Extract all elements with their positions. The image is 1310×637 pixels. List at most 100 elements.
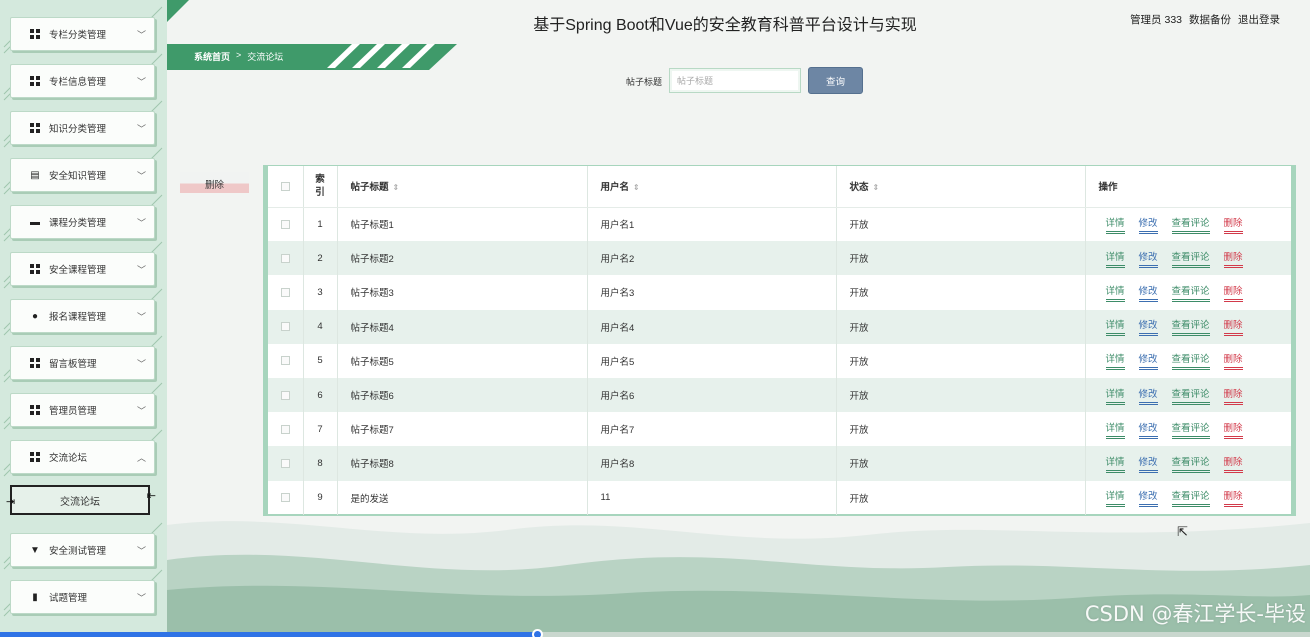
detail-button[interactable]: 详情 <box>1105 317 1125 337</box>
detail-button[interactable]: 详情 <box>1105 454 1125 473</box>
header-index-label: 索引 <box>315 174 325 199</box>
sidebar-item[interactable]: ▮ 试题管理 ﹀ <box>10 580 155 614</box>
row-select-cell <box>268 446 304 481</box>
delete-button[interactable]: 删除 <box>1223 420 1243 439</box>
sidebar-subitem-label: 交流论坛 <box>60 496 100 508</box>
view-comments-button[interactable]: 查看评论 <box>1171 249 1210 268</box>
batch-delete-button[interactable]: 删除 <box>180 172 249 193</box>
row-checkbox[interactable] <box>280 424 290 434</box>
row-title: 帖子标题2 <box>337 241 588 276</box>
row-ops: 详情 修改 查看评论 删除 <box>1085 275 1291 309</box>
video-progress-bar[interactable] <box>0 629 1310 637</box>
delete-button[interactable]: 删除 <box>1223 317 1243 337</box>
row-ops: 详情 修改 查看评论 删除 <box>1085 207 1291 241</box>
sidebar-item[interactable]: ▤ 安全知识管理 ﹀ <box>10 158 155 192</box>
row-checkbox[interactable] <box>280 219 290 229</box>
header-username-label: 用户名 <box>600 182 630 194</box>
view-comments-button[interactable]: 查看评论 <box>1171 317 1210 337</box>
edit-button[interactable]: 修改 <box>1138 386 1158 405</box>
search-button[interactable]: 查询 <box>808 67 863 94</box>
detail-button[interactable]: 详情 <box>1105 420 1125 439</box>
row-username: 用户名2 <box>587 241 837 276</box>
header-title[interactable]: 帖子标题 ⇕ <box>337 166 588 208</box>
sort-icon[interactable]: ⇕ <box>633 183 640 192</box>
view-comments-button[interactable]: 查看评论 <box>1171 420 1210 439</box>
detail-button[interactable]: 详情 <box>1105 249 1125 268</box>
row-checkbox[interactable] <box>280 493 290 503</box>
row-title: 帖子标题5 <box>337 343 588 378</box>
sort-icon[interactable]: ⇕ <box>393 183 400 192</box>
detail-button[interactable]: 详情 <box>1105 283 1125 302</box>
sidebar-item[interactable]: ▼ 安全测试管理 ﹀ <box>10 533 155 567</box>
breadcrumb-home[interactable]: 系统首页 <box>194 50 230 63</box>
table-row: 5 帖子标题5 用户名5 开放 详情 修改 查看评论 删除 <box>268 343 1291 378</box>
table-header-row: 索引 帖子标题 ⇕ 用户名 ⇕ 状态 ⇕ 操作 <box>268 166 1291 208</box>
edit-button[interactable]: 修改 <box>1138 283 1158 302</box>
video-progress-knob[interactable] <box>532 629 544 637</box>
row-index: 2 <box>303 241 338 276</box>
arrow-right-icon: ⇤ <box>146 490 156 502</box>
delete-button[interactable]: 删除 <box>1223 454 1243 473</box>
row-title: 帖子标题4 <box>337 309 588 344</box>
view-comments-button[interactable]: 查看评论 <box>1171 351 1210 371</box>
row-index: 8 <box>303 446 338 481</box>
chevron-down-icon: ﹀ <box>136 30 146 40</box>
row-checkbox[interactable] <box>280 253 290 263</box>
sidebar-item[interactable]: ▬ 课程分类管理 ﹀ <box>10 205 155 239</box>
delete-button[interactable]: 删除 <box>1223 215 1243 234</box>
sidebar-item[interactable]: 专栏信息管理 ﹀ <box>10 64 155 98</box>
row-checkbox[interactable] <box>280 322 290 332</box>
sidebar-item-label: 知识分类管理 <box>49 124 107 135</box>
delete-button[interactable]: 删除 <box>1223 283 1243 302</box>
edit-button[interactable]: 修改 <box>1138 215 1158 234</box>
row-select-cell <box>268 241 304 276</box>
edit-button[interactable]: 修改 <box>1138 317 1158 337</box>
edit-button[interactable]: 修改 <box>1138 351 1158 371</box>
sidebar-item[interactable]: 管理员管理 ﹀ <box>10 393 155 427</box>
sidebar-item[interactable]: 专栏分类管理 ﹀ <box>10 17 155 51</box>
detail-button[interactable]: 详情 <box>1105 215 1125 234</box>
header-status[interactable]: 状态 ⇕ <box>836 166 1086 208</box>
select-all-checkbox[interactable] <box>280 181 290 191</box>
sidebar-item[interactable]: ● 报名课程管理 ﹀ <box>10 299 155 333</box>
row-select-cell <box>268 343 304 378</box>
header-username[interactable]: 用户名 ⇕ <box>587 166 837 208</box>
breadcrumb: 系统首页 > 交流论坛 <box>194 50 283 63</box>
search-input[interactable] <box>669 68 801 93</box>
delete-button[interactable]: 删除 <box>1223 386 1243 405</box>
row-status: 开放 <box>836 241 1086 276</box>
delete-button[interactable]: 删除 <box>1223 249 1243 268</box>
sidebar-item[interactable]: 安全课程管理 ﹀ <box>10 252 155 286</box>
grid-icon <box>29 122 41 134</box>
edit-button[interactable]: 修改 <box>1138 249 1158 268</box>
logout-link[interactable]: 退出登录 <box>1238 12 1280 27</box>
data-backup-link[interactable]: 数据备份 <box>1189 12 1231 27</box>
sidebar-item-label: 安全知识管理 <box>49 171 107 182</box>
row-index: 7 <box>303 412 338 447</box>
video-progress-fill <box>0 632 538 637</box>
delete-button[interactable]: 删除 <box>1223 351 1243 371</box>
row-username: 用户名6 <box>587 377 837 413</box>
table-row: 3 帖子标题3 用户名3 开放 详情 修改 查看评论 删除 <box>268 275 1291 310</box>
row-checkbox[interactable] <box>280 356 290 366</box>
sidebar-item[interactable]: 留言板管理 ﹀ <box>10 346 155 380</box>
chevron-down-icon: ﹀ <box>136 359 146 369</box>
detail-button[interactable]: 详情 <box>1105 351 1125 371</box>
row-ops: 详情 修改 查看评论 删除 <box>1085 309 1291 344</box>
view-comments-button[interactable]: 查看评论 <box>1171 215 1210 234</box>
row-checkbox[interactable] <box>280 458 290 468</box>
grid-icon <box>29 75 41 87</box>
row-checkbox[interactable] <box>280 287 290 297</box>
sidebar-subitem-forum[interactable]: ⇥ 交流论坛 ⇤ <box>6 485 156 515</box>
view-comments-button[interactable]: 查看评论 <box>1171 454 1210 473</box>
sidebar-item[interactable]: 交流论坛 ︿ <box>10 440 155 474</box>
sort-icon[interactable]: ⇕ <box>873 183 880 192</box>
sidebar-item[interactable]: 知识分类管理 ﹀ <box>10 111 155 145</box>
view-comments-button[interactable]: 查看评论 <box>1171 283 1210 302</box>
edit-button[interactable]: 修改 <box>1138 454 1158 473</box>
row-checkbox[interactable] <box>280 390 290 400</box>
chevron-down-icon: ﹀ <box>136 406 146 416</box>
detail-button[interactable]: 详情 <box>1105 386 1125 405</box>
edit-button[interactable]: 修改 <box>1138 420 1158 439</box>
view-comments-button[interactable]: 查看评论 <box>1171 386 1210 405</box>
